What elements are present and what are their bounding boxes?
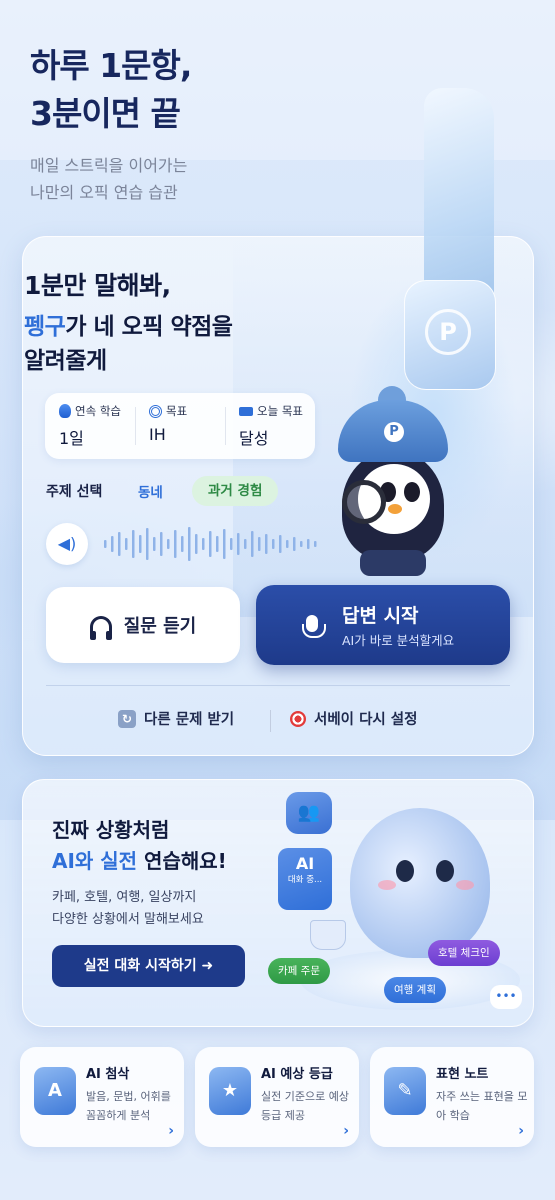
stat-streak-value: 1일 bbox=[59, 429, 84, 448]
stat-streak: 연속 학습 1일 bbox=[45, 393, 135, 459]
reset-survey-link[interactable]: 서베이 다시 설정 bbox=[290, 708, 417, 729]
tag-hotel-checkin: 호텔 체크인 bbox=[428, 940, 500, 966]
stats-panel: 연속 학습 1일 목표 IH 오늘 목표 달성 bbox=[45, 393, 315, 459]
stat-streak-label: 연속 학습 bbox=[75, 404, 121, 418]
topic-chip-neighborhood[interactable]: 동네 bbox=[128, 476, 173, 506]
conversation-desc-line2: 다양한 상황에서 말해보세요 bbox=[52, 912, 204, 927]
penguin-hat: P bbox=[338, 400, 448, 462]
divider bbox=[46, 685, 510, 686]
chevron-right-icon: › bbox=[518, 1123, 524, 1139]
audio-waveform bbox=[104, 527, 317, 561]
tag-cafe-order: 카페 주문 bbox=[268, 958, 330, 984]
topic-label: 주제 선택 bbox=[46, 484, 103, 500]
ticket-icon bbox=[239, 406, 253, 416]
whale-cheek-left bbox=[378, 880, 396, 890]
hat-p-logo: P bbox=[384, 422, 404, 442]
topic-chip-past-experience[interactable]: 과거 경험 bbox=[192, 476, 279, 506]
conversation-desc-line1: 카페, 호텔, 여행, 일상까지 bbox=[52, 890, 197, 905]
feature-desc: 실전 기준으로 예상 등급 제공 bbox=[261, 1090, 349, 1122]
conversation-title-line1: 진짜 상황처럼 bbox=[52, 818, 170, 842]
ai-bubble-sub: 대화 중... bbox=[287, 875, 323, 885]
target-icon bbox=[149, 404, 162, 418]
magnifier-icon bbox=[342, 480, 386, 524]
feature-card-ai-correction[interactable]: A AI 첨삭 발음, 문법, 어휘를 꼼꼼하게 분석 › bbox=[20, 1047, 184, 1147]
stat-goal-label: 목표 bbox=[166, 404, 188, 418]
feature-card-expression-note[interactable]: ✎ 표현 노트 자주 쓰는 표현을 모아 학습 › bbox=[370, 1047, 534, 1147]
stat-today: 오늘 목표 달성 bbox=[225, 393, 315, 459]
coffee-cup-illustration bbox=[310, 920, 346, 950]
penguin-beak bbox=[388, 504, 402, 514]
practice-card-title-line2-rest: 가 네 오픽 약점을 bbox=[65, 314, 233, 340]
feature-title: AI 예상 등급 bbox=[261, 1067, 333, 1082]
ai-chat-bubble: AI 대화 중... bbox=[278, 848, 332, 910]
ice-block-p-logo: P bbox=[425, 309, 471, 355]
reset-survey-label: 서베이 다시 설정 bbox=[314, 712, 418, 728]
microphone-icon bbox=[302, 615, 326, 638]
feature-desc: 자주 쓰는 표현을 모아 학습 bbox=[436, 1090, 528, 1122]
speaker-icon[interactable]: ◀) bbox=[46, 523, 88, 565]
get-another-question-link[interactable]: ↻ 다른 문제 받기 bbox=[118, 708, 234, 729]
ice-block-illustration: P bbox=[404, 280, 496, 390]
fire-icon bbox=[59, 404, 71, 418]
start-answer-sublabel: AI가 바로 분석할게요 bbox=[342, 633, 455, 648]
feature-title: AI 첨삭 bbox=[86, 1067, 130, 1082]
stat-today-value: 달성 bbox=[239, 429, 269, 448]
stat-goal-value: IH bbox=[149, 425, 166, 444]
listen-question-button[interactable]: 질문 듣기 bbox=[46, 587, 240, 663]
hero-section: 하루 1문항, 3분이면 끝 매일 스트릭을 이어가는 나만의 오픽 연습 습관 bbox=[30, 42, 192, 206]
conversation-title-highlight: AI와 실전 bbox=[52, 849, 138, 873]
mascot-name-highlight: 펭구 bbox=[24, 314, 66, 340]
headphones-icon bbox=[89, 616, 112, 640]
tag-travel-plan: 여행 계획 bbox=[384, 977, 446, 1003]
refresh-icon: ↻ bbox=[118, 709, 136, 728]
dart-target-icon bbox=[290, 710, 306, 727]
feature-title: 표현 노트 bbox=[436, 1067, 489, 1082]
chevron-right-icon: › bbox=[343, 1123, 349, 1139]
hero-title-line1: 하루 1문항, bbox=[30, 46, 192, 85]
feature-desc: 발음, 문법, 어휘를 꼼꼼하게 분석 bbox=[86, 1090, 171, 1122]
penguin-mascot: P bbox=[338, 386, 448, 590]
start-conversation-button[interactable]: 실전 대화 시작하기 ➜ bbox=[52, 945, 245, 987]
practice-card-title-line1: 1분만 말해봐, bbox=[24, 271, 171, 300]
penguin-scarf bbox=[360, 550, 426, 576]
listen-question-label: 질문 듣기 bbox=[123, 616, 197, 637]
practice-card-title-line3: 알려줄게 bbox=[24, 348, 107, 374]
notebook-icon: ✎ bbox=[384, 1067, 426, 1115]
start-answer-button[interactable]: 답변 시작 AI가 바로 분석할게요 bbox=[256, 585, 510, 665]
stat-goal: 목표 IH bbox=[135, 393, 225, 459]
a-icon: A bbox=[34, 1067, 76, 1115]
ai-bubble-title: AI bbox=[295, 854, 315, 873]
users-icon: 👥 bbox=[286, 792, 332, 834]
chat-dots-icon: ••• bbox=[490, 985, 522, 1009]
chevron-right-icon: › bbox=[168, 1123, 174, 1139]
hero-subtitle: 매일 스트릭을 이어가는 나만의 오픽 연습 습관 bbox=[30, 152, 191, 206]
hero-subtitle-line1: 매일 스트릭을 이어가는 bbox=[30, 156, 188, 175]
whale-cheek-right bbox=[456, 880, 474, 890]
stat-today-label: 오늘 목표 bbox=[257, 404, 303, 418]
get-another-question-label: 다른 문제 받기 bbox=[144, 712, 235, 728]
start-answer-label: 답변 시작 bbox=[342, 605, 419, 627]
whale-eye-right bbox=[436, 860, 454, 882]
star-icon: ★ bbox=[209, 1067, 251, 1115]
practice-card-title-line2: 펭구가 네 오픽 약점을 알려줄게 bbox=[24, 310, 233, 378]
hero-subtitle-line2: 나만의 오픽 연습 습관 bbox=[30, 183, 178, 202]
conversation-title-line2-rest: 연습해요! bbox=[137, 849, 227, 873]
penguin-eye-right bbox=[404, 482, 420, 502]
link-separator bbox=[270, 710, 271, 732]
whale-eye-left bbox=[396, 860, 414, 882]
hero-title-line2: 3분이면 끝 bbox=[30, 94, 181, 133]
conversation-description: 카페, 호텔, 여행, 일상까지 다양한 상황에서 말해보세요 bbox=[52, 887, 204, 931]
conversation-title-line2: AI와 실전 연습해요! bbox=[52, 845, 227, 874]
feature-card-ai-grade[interactable]: ★ AI 예상 등급 실전 기준으로 예상 등급 제공 › bbox=[195, 1047, 359, 1147]
